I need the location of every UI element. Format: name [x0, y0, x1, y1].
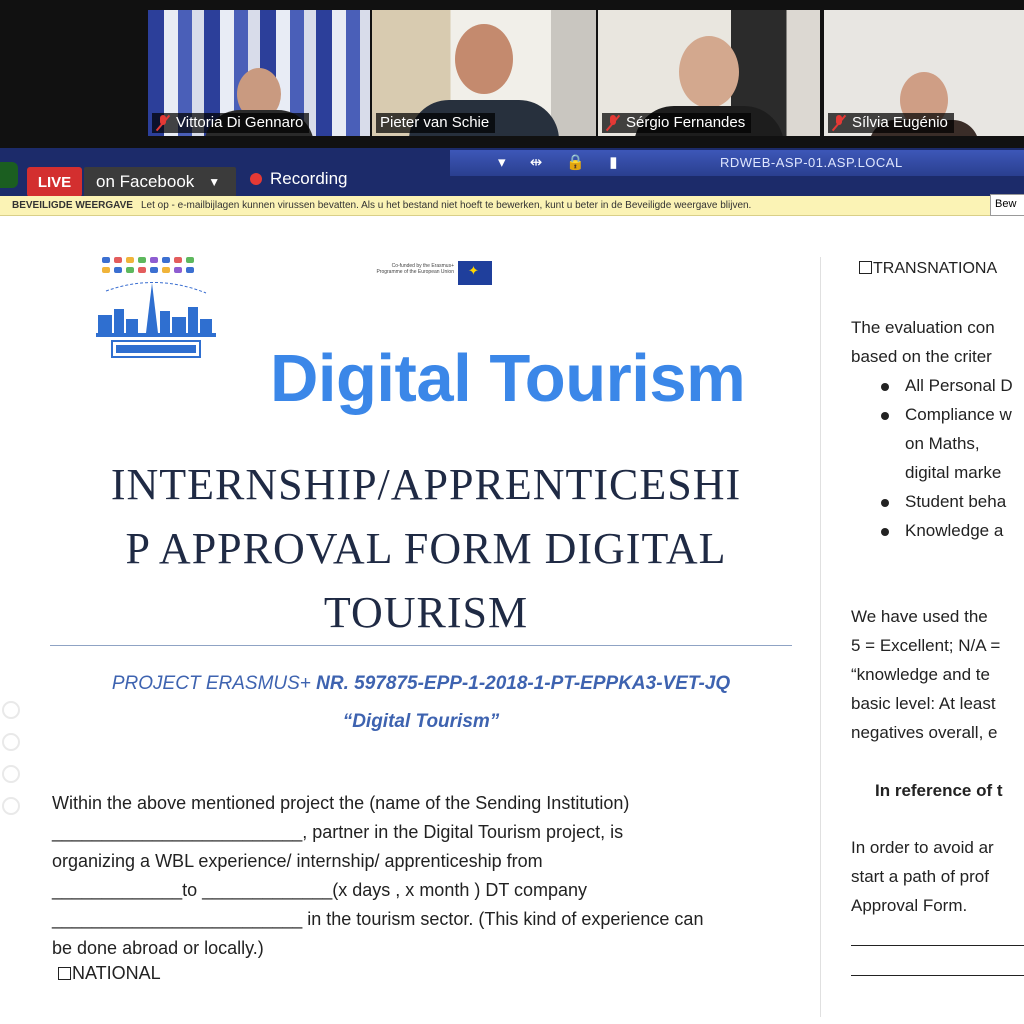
- paragraph-line: organizing a WBL experience/ internship/…: [52, 851, 543, 871]
- mic-off-icon: [832, 114, 846, 131]
- protected-view-bar: BEVEILIGDE WEERGAVE Let op - e-mailbijla…: [0, 196, 1024, 216]
- participant-name-tag: Sérgio Fernandes: [602, 113, 752, 133]
- stream-target-dropdown[interactable]: on Facebook ▼: [84, 167, 236, 197]
- document-view: Co-funded by the Erasmus+ Programme of t…: [0, 217, 1024, 1024]
- right-text-line: start a path of prof: [851, 867, 989, 886]
- criteria-item: Compliance w: [905, 405, 1012, 424]
- criteria-item: All Personal D: [905, 376, 1013, 395]
- protected-view-label: BEVEILIGDE WEERGAVE: [12, 200, 133, 211]
- tool-circle-icon: [2, 765, 20, 783]
- tool-circle-icon: [2, 701, 20, 719]
- mic-off-icon: [606, 114, 620, 131]
- right-text-line: In order to avoid ar: [851, 838, 994, 857]
- criteria-item: Knowledge a: [905, 521, 1004, 540]
- national-label: NATIONAL: [72, 963, 161, 983]
- recording-label: Recording: [270, 169, 348, 188]
- tool-circle-icon: [2, 797, 20, 815]
- participant-head: [455, 24, 513, 94]
- participant-tile-4[interactable]: Sílvia Eugénio: [824, 10, 1024, 136]
- remote-desktop-controls[interactable]: ▾ ⇹ 🔒 ▮: [498, 153, 628, 171]
- eu-flag-icon: [458, 261, 492, 285]
- right-text-line: We have used the: [851, 607, 988, 626]
- right-text-line: 5 = Excellent; N/A =: [851, 636, 1001, 655]
- title-line: TOURISM: [323, 588, 529, 637]
- participant-head: [679, 36, 739, 108]
- transnational-option[interactable]: TRANSNATIONA: [859, 260, 997, 278]
- bullet-icon: [881, 499, 889, 507]
- page-divider: [820, 257, 821, 1017]
- record-dot-icon: [250, 173, 262, 185]
- shield-icon[interactable]: [0, 162, 18, 188]
- participant-name-tag: Sílvia Eugénio: [828, 113, 954, 133]
- participant-name: Pieter van Schie: [380, 114, 490, 131]
- title-line: INTERNSHIP/APPRENTICESHI: [110, 460, 742, 509]
- participant-name-tag: Pieter van Schie: [376, 113, 496, 133]
- project-prefix: PROJECT ERASMUS+: [111, 673, 317, 694]
- document-page-right: TRANSNATIONA The evaluation con based on…: [835, 217, 1024, 1024]
- transnational-label: TRANSNATIONA: [873, 260, 998, 277]
- right-text-line: basic level: At least: [851, 694, 996, 713]
- title-divider: [50, 645, 792, 646]
- bullet-icon: [881, 412, 889, 420]
- right-text-line: based on the criter: [851, 347, 992, 366]
- reference-heading: In reference of t: [875, 781, 1003, 800]
- participant-name: Sílvia Eugénio: [852, 114, 948, 131]
- live-badge[interactable]: LIVE: [27, 167, 82, 197]
- criteria-item-cont: on Maths,: [905, 434, 980, 453]
- bullet-icon: [881, 528, 889, 536]
- recording-indicator[interactable]: Recording: [250, 169, 348, 189]
- enable-editing-button[interactable]: Bew: [990, 194, 1024, 216]
- remote-desktop-bar[interactable]: ▾ ⇹ 🔒 ▮ RDWEB-ASP-01.ASP.LOCAL: [450, 150, 1024, 176]
- paragraph-line: be done abroad or locally.): [52, 938, 264, 958]
- national-option[interactable]: NATIONAL: [58, 963, 161, 984]
- eu-cofunded-logo: Co-funded by the Erasmus+ Programme of t…: [376, 261, 496, 285]
- title-line: P APPROVAL FORM DIGITAL: [125, 524, 727, 573]
- criteria-item-cont: digital marke: [905, 463, 1002, 482]
- signature-line: [851, 945, 1024, 946]
- document-page-left: Co-funded by the Erasmus+ Programme of t…: [36, 217, 816, 1024]
- remote-host-label: RDWEB-ASP-01.ASP.LOCAL: [720, 155, 903, 170]
- protected-view-message: Let op - e-mailbijlagen kunnen virussen …: [140, 200, 752, 211]
- national-checkbox[interactable]: [58, 967, 71, 980]
- mic-off-icon: [156, 114, 170, 131]
- participant-tile-1[interactable]: Vittoria Di Gennaro: [148, 10, 370, 136]
- transnational-checkbox[interactable]: [859, 261, 872, 274]
- paragraph-line: _____________to _____________(x days , x…: [52, 880, 588, 900]
- eu-logo-text: Co-funded by the Erasmus+ Programme of t…: [376, 263, 454, 275]
- participant-tile-2[interactable]: Pieter van Schie: [372, 10, 596, 136]
- tool-circle-icon: [2, 733, 20, 751]
- right-text-line: negatives overall, e: [851, 723, 998, 742]
- faded-side-tools: [0, 687, 22, 1007]
- caret-down-icon: ▼: [208, 175, 221, 189]
- document-title: INTERNSHIP/APPRENTICESHI P APPROVAL FORM…: [56, 453, 796, 645]
- overlay-title: Digital Tourism: [270, 341, 746, 416]
- right-text-line: The evaluation con: [851, 318, 995, 337]
- paragraph-line: _________________________ in the tourism…: [52, 909, 704, 929]
- participant-name: Sérgio Fernandes: [626, 114, 746, 131]
- participant-tile-3[interactable]: Sérgio Fernandes: [598, 10, 820, 136]
- criteria-item: Student beha: [905, 492, 1007, 511]
- stream-target-label: on Facebook: [96, 172, 195, 191]
- intro-paragraph: Within the above mentioned project the (…: [52, 789, 812, 963]
- participant-name: Vittoria Di Gennaro: [176, 114, 304, 131]
- project-name: “Digital Tourism”: [342, 711, 500, 732]
- signature-line: [851, 975, 1024, 976]
- right-text-line: “knowledge and te: [851, 665, 990, 684]
- digital-tourism-logo: [96, 257, 216, 358]
- project-line: PROJECT ERASMUS+ NR. 597875-EPP-1-2018-1…: [36, 673, 806, 695]
- paragraph-line: _________________________, partner in th…: [52, 822, 624, 842]
- video-strip: Vittoria Di Gennaro Pieter van Schie Sér…: [0, 0, 1024, 148]
- project-number: NR. 597875-EPP-1-2018-1-PT-EPPKA3-VET-JQ: [316, 673, 731, 694]
- right-text-line: Approval Form.: [851, 896, 968, 915]
- participant-name-tag: Vittoria Di Gennaro: [152, 113, 310, 133]
- bullet-icon: [881, 383, 889, 391]
- paragraph-line: Within the above mentioned project the (…: [52, 793, 630, 813]
